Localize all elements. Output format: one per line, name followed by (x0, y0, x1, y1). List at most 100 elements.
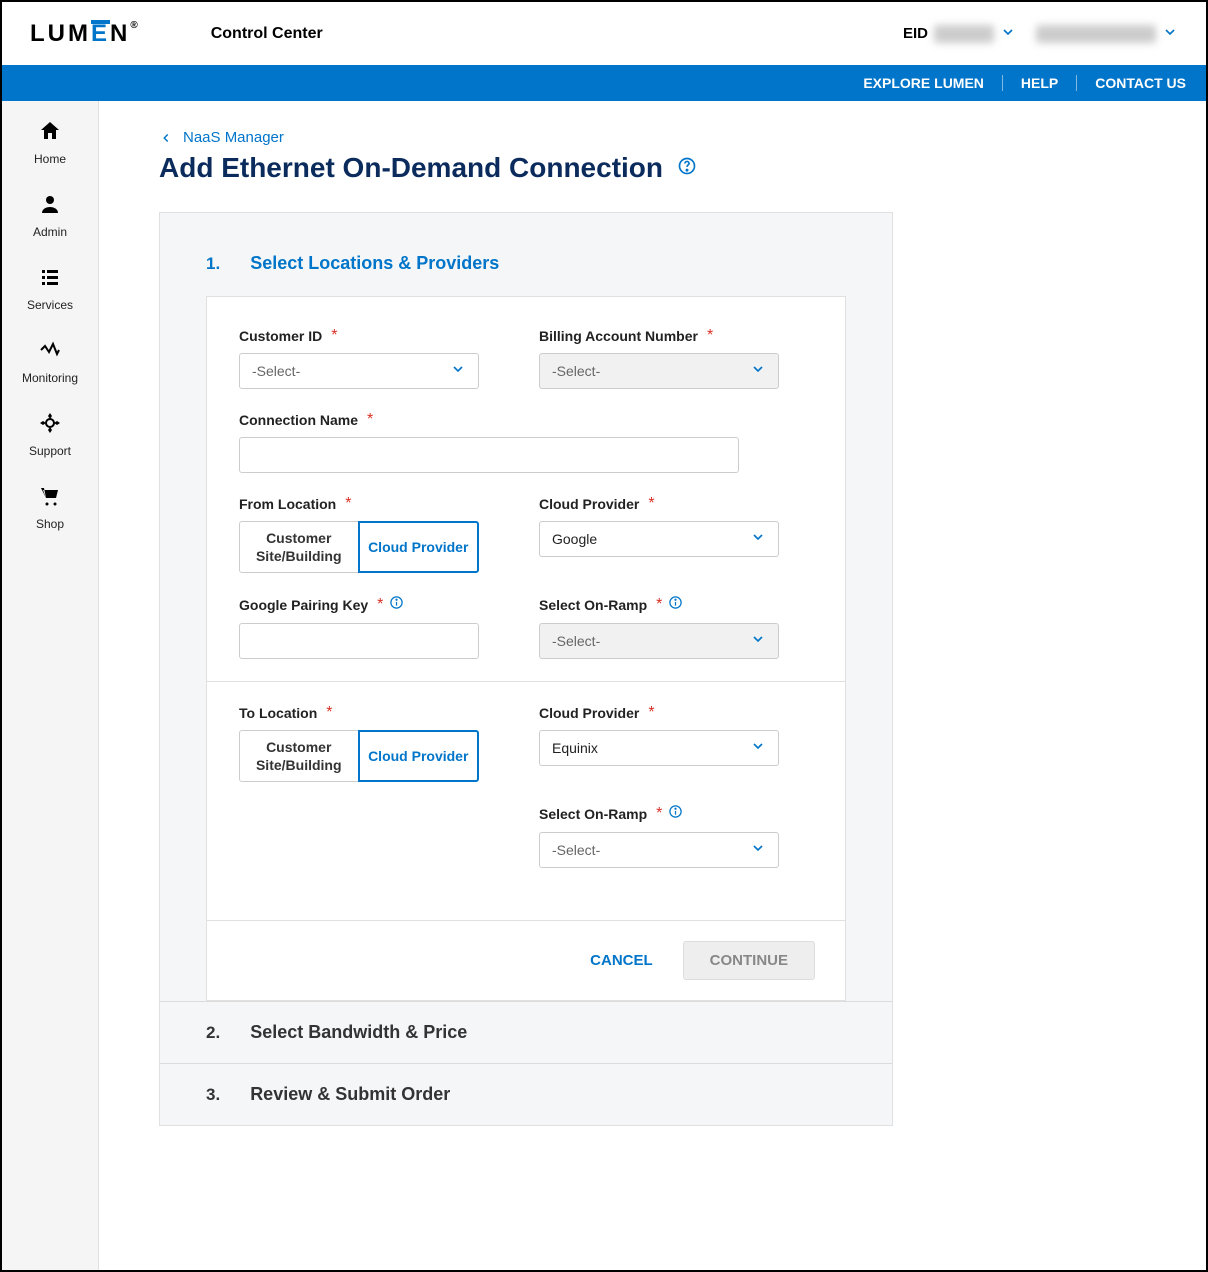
breadcrumb-label: NaaS Manager (183, 129, 284, 146)
header-left: LUMEN® Control Center (30, 20, 323, 48)
toggle-customer-site[interactable]: Customer Site/Building (239, 730, 359, 782)
eid-selector[interactable]: EID (903, 24, 1016, 44)
toggle-cloud-provider[interactable]: Cloud Provider (358, 730, 480, 782)
select-value: Equinix (552, 740, 598, 756)
chevron-down-icon (750, 840, 766, 861)
cart-icon (38, 484, 62, 513)
account-value-redacted (1036, 25, 1156, 43)
toggle-customer-site[interactable]: Customer Site/Building (239, 521, 359, 573)
google-key-label: Google Pairing Key (239, 597, 368, 613)
breadcrumb[interactable]: NaaS Manager (159, 129, 1206, 146)
info-icon[interactable] (389, 595, 404, 615)
to-location-group: To Location * Customer Site/Building Clou… (239, 704, 479, 782)
select-placeholder: -Select- (252, 363, 300, 379)
step3-header[interactable]: 3. Review & Submit Order (160, 1063, 892, 1125)
main-area: Home Admin Services Monitoring Support S… (2, 101, 1206, 1270)
from-location-toggle: Customer Site/Building Cloud Provider (239, 521, 479, 573)
step-title: Select Bandwidth & Price (250, 1022, 467, 1043)
step-title: Select Locations & Providers (250, 253, 499, 274)
step2-header[interactable]: 2. Select Bandwidth & Price (160, 1001, 892, 1063)
billing-account-select[interactable]: -Select- (539, 353, 779, 389)
step-number: 3. (206, 1085, 220, 1105)
onramp-to-select[interactable]: -Select- (539, 832, 779, 868)
user-icon (38, 192, 62, 221)
cloud-provider-to-select[interactable]: Equinix (539, 730, 779, 766)
info-icon[interactable] (668, 804, 683, 824)
chevron-down-icon (750, 529, 766, 550)
required-mark: * (326, 704, 332, 722)
cloud-provider-label: Cloud Provider (539, 496, 639, 512)
billing-label: Billing Account Number (539, 328, 698, 344)
header-right: EID (903, 24, 1178, 44)
cloud-provider-from-group: Cloud Provider* Google (539, 495, 779, 573)
help-icon[interactable] (677, 156, 697, 181)
required-mark: * (377, 596, 383, 614)
chevron-down-icon (1000, 24, 1016, 44)
home-icon (38, 119, 62, 148)
chevron-down-icon (750, 631, 766, 652)
customer-id-select[interactable]: -Select- (239, 353, 479, 389)
chevron-down-icon (750, 738, 766, 759)
top-nav: EXPLORE LUMEN HELP CONTACT US (2, 65, 1206, 101)
onramp-from-select[interactable]: -Select- (539, 623, 779, 659)
cancel-button[interactable]: CANCEL (576, 941, 667, 980)
continue-button[interactable]: CONTINUE (683, 941, 815, 980)
page-title: Add Ethernet On-Demand Connection (159, 152, 663, 184)
to-location-label: To Location (239, 705, 317, 721)
nav-contact[interactable]: CONTACT US (1077, 75, 1186, 91)
required-mark: * (345, 495, 351, 513)
select-placeholder: -Select- (552, 363, 600, 379)
sidebar-item-support[interactable]: Support (29, 411, 71, 458)
eid-value-redacted (934, 25, 994, 43)
step1-actions: CANCEL CONTINUE (207, 920, 845, 1000)
section-divider (207, 681, 845, 682)
account-selector[interactable] (1036, 24, 1178, 44)
connection-name-group: Connection Name* (239, 411, 739, 473)
select-value: Google (552, 531, 597, 547)
sidebar-item-label: Monitoring (22, 371, 78, 385)
sidebar-item-label: Shop (36, 517, 64, 531)
content: NaaS Manager Add Ethernet On-Demand Conn… (99, 101, 1206, 1270)
sidebar-item-admin[interactable]: Admin (33, 192, 67, 239)
step-number: 1. (206, 254, 220, 274)
google-key-input[interactable] (239, 623, 479, 659)
connection-name-label: Connection Name (239, 412, 358, 428)
step1-header: 1. Select Locations & Providers (160, 253, 892, 274)
nav-help[interactable]: HELP (1003, 75, 1077, 91)
eid-label: EID (903, 25, 928, 42)
step-title: Review & Submit Order (250, 1084, 450, 1105)
sidebar-item-label: Home (34, 152, 66, 166)
step-number: 2. (206, 1023, 220, 1043)
cloud-provider-label: Cloud Provider (539, 705, 639, 721)
from-location-label: From Location (239, 496, 336, 512)
info-icon[interactable] (668, 595, 683, 615)
connection-name-input[interactable] (239, 437, 739, 473)
sidebar: Home Admin Services Monitoring Support S… (2, 101, 99, 1270)
step1-body: Customer ID* -Select- Billing Account Nu… (206, 296, 846, 1001)
app-header: LUMEN® Control Center EID (2, 2, 1206, 65)
select-placeholder: -Select- (552, 842, 600, 858)
required-mark: * (648, 704, 654, 722)
onramp-label: Select On-Ramp (539, 597, 647, 613)
select-placeholder: -Select- (552, 633, 600, 649)
toggle-cloud-provider[interactable]: Cloud Provider (358, 521, 480, 573)
spacer (239, 804, 479, 868)
chevron-down-icon (450, 361, 466, 382)
nav-explore[interactable]: EXPLORE LUMEN (845, 75, 1003, 91)
cloud-provider-from-select[interactable]: Google (539, 521, 779, 557)
sidebar-item-services[interactable]: Services (27, 265, 73, 312)
required-mark: * (331, 327, 337, 345)
sidebar-item-monitoring[interactable]: Monitoring (22, 338, 78, 385)
list-icon (38, 265, 62, 294)
billing-account-group: Billing Account Number* -Select- (539, 327, 779, 389)
onramp-label: Select On-Ramp (539, 806, 647, 822)
from-location-group: From Location * Customer Site/Building Cl… (239, 495, 479, 573)
sidebar-item-home[interactable]: Home (34, 119, 66, 166)
cloud-provider-to-group: Cloud Provider * Equinix (539, 704, 779, 782)
onramp-from-group: Select On-Ramp* -Select- (539, 595, 779, 659)
required-mark: * (656, 805, 662, 823)
customer-id-group: Customer ID* -Select- (239, 327, 479, 389)
lumen-logo: LUMEN® (30, 20, 141, 48)
sidebar-item-shop[interactable]: Shop (36, 484, 64, 531)
monitoring-icon (38, 338, 62, 367)
